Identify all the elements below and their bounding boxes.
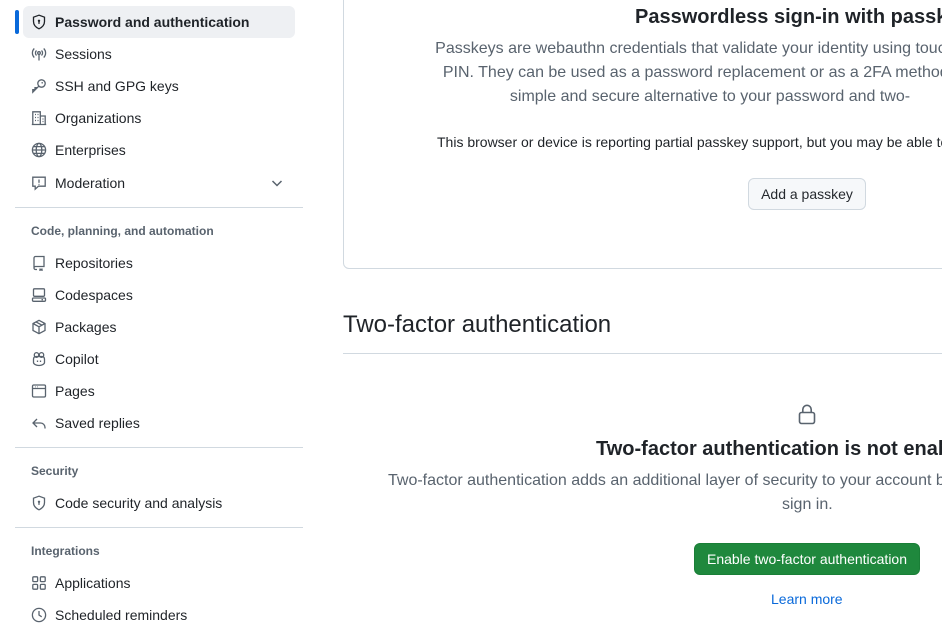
- sidebar-item-label: Pages: [55, 383, 95, 399]
- two-factor-status-title: Two-factor authentication is not enab: [596, 438, 942, 460]
- sidebar-item-label: Code security and analysis: [55, 495, 223, 511]
- add-passkey-button[interactable]: Add a passkey: [748, 178, 866, 210]
- organization-icon: [31, 110, 47, 126]
- sidebar-item-label: Sessions: [55, 46, 112, 62]
- repo-icon: [31, 255, 47, 271]
- enable-two-factor-button[interactable]: Enable two-factor authentication: [694, 543, 920, 575]
- sidebar-item-copilot[interactable]: Copilot: [23, 343, 295, 375]
- group-title-integrations: Integrations: [31, 544, 100, 558]
- browser-icon: [31, 383, 47, 399]
- group-title-code-planning: Code, planning, and automation: [31, 224, 214, 238]
- active-indicator: [15, 10, 19, 34]
- shield-lock-icon: [31, 14, 47, 30]
- sidebar-item-enterprises[interactable]: Enterprises: [23, 134, 295, 166]
- sidebar-item-label: Copilot: [55, 351, 99, 367]
- package-icon: [31, 319, 47, 335]
- sidebar-item-repositories[interactable]: Repositories: [23, 247, 295, 279]
- passkeys-desc-line: PIN. They can be used as a password repl…: [442, 64, 942, 81]
- settings-sidebar: Password and authentication Sessions SSH…: [0, 0, 320, 628]
- main-content: Passwordless sign-in with passk Passkeys…: [320, 0, 942, 628]
- sidebar-item-scheduled-reminders[interactable]: Scheduled reminders: [23, 599, 295, 628]
- group-title-security: Security: [31, 464, 79, 478]
- sidebar-item-ssh-and-gpg-keys[interactable]: SSH and GPG keys: [23, 70, 295, 102]
- sidebar-divider: [15, 207, 303, 208]
- apps-icon: [31, 575, 47, 591]
- sidebar-item-label: Organizations: [55, 110, 142, 126]
- broadcast-icon: [31, 46, 47, 62]
- sidebar-item-moderation[interactable]: Moderation: [23, 167, 295, 199]
- passkeys-title: Passwordless sign-in with passk: [635, 6, 942, 28]
- partial-support-note: This browser or device is reporting part…: [437, 134, 942, 150]
- sidebar-item-label: Password and authentication: [55, 14, 250, 30]
- sidebar-item-label: Packages: [55, 319, 117, 335]
- sidebar-item-saved-replies[interactable]: Saved replies: [23, 407, 295, 439]
- sidebar-item-label: Enterprises: [55, 142, 126, 158]
- globe-icon: [31, 142, 47, 158]
- sidebar-item-label: Moderation: [55, 175, 126, 191]
- report-icon: [31, 175, 47, 191]
- sidebar-item-label: Saved replies: [55, 415, 140, 431]
- sidebar-item-label: Repositories: [55, 255, 133, 271]
- sidebar-item-password-and-authentication[interactable]: Password and authentication: [23, 6, 295, 38]
- sidebar-item-organizations[interactable]: Organizations: [23, 102, 295, 134]
- sidebar-item-packages[interactable]: Packages: [23, 311, 295, 343]
- clock-icon: [31, 607, 47, 623]
- learn-more-link[interactable]: Learn more: [771, 591, 843, 607]
- sidebar-item-pages[interactable]: Pages: [23, 375, 295, 407]
- section-divider: [343, 353, 942, 354]
- key-icon: [31, 78, 47, 94]
- reply-icon: [31, 415, 47, 431]
- passkeys-desc-line: simple and secure alternative to your pa…: [509, 88, 911, 105]
- chevron-down-icon[interactable]: [269, 175, 285, 191]
- sidebar-item-codespaces[interactable]: Codespaces: [23, 279, 295, 311]
- sidebar-divider: [15, 447, 303, 448]
- passkeys-description: Passkeys are webauthn credentials that v…: [360, 37, 942, 109]
- sidebar-item-label: Scheduled reminders: [55, 607, 188, 623]
- lock-icon: [797, 403, 817, 425]
- sidebar-item-applications[interactable]: Applications: [23, 567, 295, 599]
- copilot-icon: [31, 351, 47, 367]
- sidebar-item-label: Codespaces: [55, 287, 133, 303]
- sidebar-item-label: Applications: [55, 575, 131, 591]
- shield-lock-icon: [31, 495, 47, 511]
- two-factor-description: Two-factor authentication adds an additi…: [388, 472, 942, 489]
- two-factor-heading: Two-factor authentication: [343, 311, 612, 338]
- codespaces-icon: [31, 287, 47, 303]
- sidebar-item-code-security-and-analysis[interactable]: Code security and analysis: [23, 487, 295, 519]
- passkeys-desc-line: Passkeys are webauthn credentials that v…: [435, 40, 942, 57]
- sidebar-item-label: SSH and GPG keys: [55, 78, 179, 94]
- sidebar-item-sessions[interactable]: Sessions: [23, 38, 295, 70]
- two-factor-description-cont: sign in.: [782, 496, 833, 513]
- sidebar-divider: [15, 527, 303, 528]
